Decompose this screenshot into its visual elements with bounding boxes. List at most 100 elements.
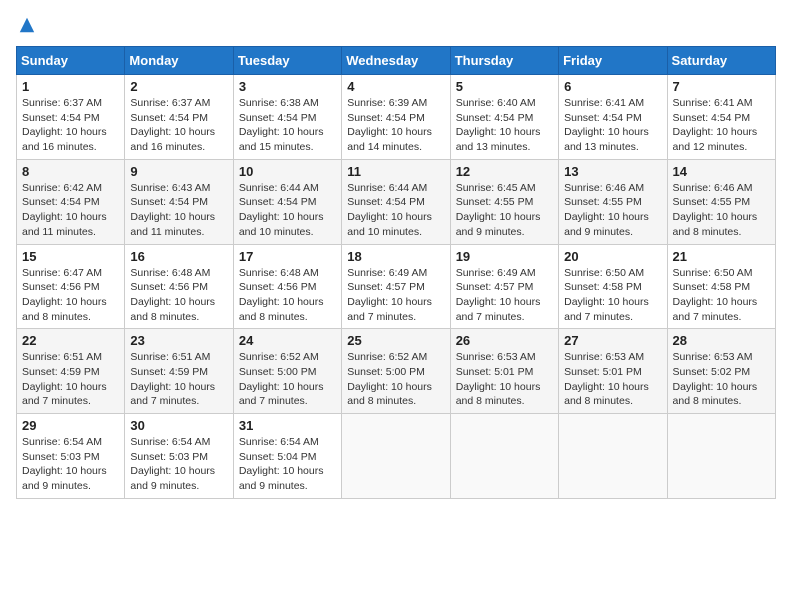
day-number: 2 bbox=[130, 79, 227, 94]
day-number: 8 bbox=[22, 164, 119, 179]
calendar-cell: 5 Sunrise: 6:40 AMSunset: 4:54 PMDaylight… bbox=[450, 75, 558, 160]
calendar-cell: 19Sunrise: 6:49 AMSunset: 4:57 PMDayligh… bbox=[450, 244, 558, 329]
day-number: 30 bbox=[130, 418, 227, 433]
day-detail: Sunrise: 6:50 AMSunset: 4:58 PMDaylight:… bbox=[673, 266, 770, 325]
day-number: 19 bbox=[456, 249, 553, 264]
calendar-cell: 23 Sunrise: 6:51 AMSunset: 4:59 PMDayligh… bbox=[125, 329, 233, 414]
day-number: 16 bbox=[130, 249, 227, 264]
day-number: 24 bbox=[239, 333, 336, 348]
day-detail: Sunrise: 6:46 AMSunset: 4:55 PMDaylight:… bbox=[564, 181, 661, 240]
day-number: 9 bbox=[130, 164, 227, 179]
day-number: 12 bbox=[456, 164, 553, 179]
calendar-cell bbox=[450, 414, 558, 499]
calendar-week-3: 15 Sunrise: 6:47 AMSunset: 4:56 PMDayligh… bbox=[17, 244, 776, 329]
day-number: 28 bbox=[673, 333, 770, 348]
calendar-cell: 26 Sunrise: 6:53 AMSunset: 5:01 PMDayligh… bbox=[450, 329, 558, 414]
day-number: 20 bbox=[564, 249, 661, 264]
day-number: 26 bbox=[456, 333, 553, 348]
calendar-cell: 28 Sunrise: 6:53 AMSunset: 5:02 PMDayligh… bbox=[667, 329, 775, 414]
logo-icon bbox=[18, 16, 36, 34]
day-number: 29 bbox=[22, 418, 119, 433]
day-number: 15 bbox=[22, 249, 119, 264]
calendar-cell: 25 Sunrise: 6:52 AMSunset: 5:00 PMDayligh… bbox=[342, 329, 450, 414]
day-number: 3 bbox=[239, 79, 336, 94]
calendar-cell: 22Sunrise: 6:51 AMSunset: 4:59 PMDayligh… bbox=[17, 329, 125, 414]
calendar-cell: 15 Sunrise: 6:47 AMSunset: 4:56 PMDayligh… bbox=[17, 244, 125, 329]
day-detail: Sunrise: 6:53 AMSunset: 5:01 PMDaylight:… bbox=[456, 350, 553, 409]
day-detail: Sunrise: 6:42 AMSunset: 4:54 PMDaylight:… bbox=[22, 181, 119, 240]
day-detail: Sunrise: 6:44 AMSunset: 4:54 PMDaylight:… bbox=[239, 181, 336, 240]
day-detail: Sunrise: 6:40 AMSunset: 4:54 PMDaylight:… bbox=[456, 96, 553, 155]
calendar-week-5: 29 Sunrise: 6:54 AMSunset: 5:03 PMDayligh… bbox=[17, 414, 776, 499]
day-number: 6 bbox=[564, 79, 661, 94]
day-detail: Sunrise: 6:46 AMSunset: 4:55 PMDaylight:… bbox=[673, 181, 770, 240]
calendar-header-row: SundayMondayTuesdayWednesdayThursdayFrid… bbox=[17, 47, 776, 75]
calendar-cell: 24Sunrise: 6:52 AMSunset: 5:00 PMDayligh… bbox=[233, 329, 341, 414]
calendar-cell: 13Sunrise: 6:46 AMSunset: 4:55 PMDayligh… bbox=[559, 159, 667, 244]
calendar-cell bbox=[342, 414, 450, 499]
calendar-cell: 30Sunrise: 6:54 AMSunset: 5:03 PMDayligh… bbox=[125, 414, 233, 499]
calendar-table: SundayMondayTuesdayWednesdayThursdayFrid… bbox=[16, 46, 776, 499]
day-number: 17 bbox=[239, 249, 336, 264]
page-header bbox=[16, 16, 776, 34]
calendar-cell: 27Sunrise: 6:53 AMSunset: 5:01 PMDayligh… bbox=[559, 329, 667, 414]
header-friday: Friday bbox=[559, 47, 667, 75]
day-number: 22 bbox=[22, 333, 119, 348]
day-detail: Sunrise: 6:51 AMSunset: 4:59 PMDaylight:… bbox=[130, 350, 227, 409]
day-number: 21 bbox=[673, 249, 770, 264]
calendar-cell: 6Sunrise: 6:41 AMSunset: 4:54 PMDaylight… bbox=[559, 75, 667, 160]
calendar-cell: 18 Sunrise: 6:49 AMSunset: 4:57 PMDayligh… bbox=[342, 244, 450, 329]
calendar-cell: 8 Sunrise: 6:42 AMSunset: 4:54 PMDaylight… bbox=[17, 159, 125, 244]
calendar-cell: 12 Sunrise: 6:45 AMSunset: 4:55 PMDayligh… bbox=[450, 159, 558, 244]
calendar-cell: 17 Sunrise: 6:48 AMSunset: 4:56 PMDayligh… bbox=[233, 244, 341, 329]
calendar-cell: 2 Sunrise: 6:37 AMSunset: 4:54 PMDaylight… bbox=[125, 75, 233, 160]
day-detail: Sunrise: 6:37 AMSunset: 4:54 PMDaylight:… bbox=[130, 96, 227, 155]
header-sunday: Sunday bbox=[17, 47, 125, 75]
day-detail: Sunrise: 6:54 AMSunset: 5:03 PMDaylight:… bbox=[22, 435, 119, 494]
calendar-cell: 1Sunrise: 6:37 AMSunset: 4:54 PMDaylight… bbox=[17, 75, 125, 160]
day-number: 4 bbox=[347, 79, 444, 94]
header-saturday: Saturday bbox=[667, 47, 775, 75]
calendar-week-2: 8 Sunrise: 6:42 AMSunset: 4:54 PMDaylight… bbox=[17, 159, 776, 244]
calendar-cell bbox=[559, 414, 667, 499]
calendar-cell: 20Sunrise: 6:50 AMSunset: 4:58 PMDayligh… bbox=[559, 244, 667, 329]
day-detail: Sunrise: 6:53 AMSunset: 5:02 PMDaylight:… bbox=[673, 350, 770, 409]
day-number: 5 bbox=[456, 79, 553, 94]
calendar-cell bbox=[667, 414, 775, 499]
calendar-cell: 14 Sunrise: 6:46 AMSunset: 4:55 PMDayligh… bbox=[667, 159, 775, 244]
calendar-cell: 9Sunrise: 6:43 AMSunset: 4:54 PMDaylight… bbox=[125, 159, 233, 244]
calendar-cell: 31 Sunrise: 6:54 AMSunset: 5:04 PMDayligh… bbox=[233, 414, 341, 499]
calendar-week-1: 1 Sunrise: 6:37 AMSunset: 4:54 PMDaylight… bbox=[17, 75, 776, 160]
day-detail: Sunrise: 6:38 AMSunset: 4:54 PMDaylight:… bbox=[239, 96, 336, 155]
day-detail: Sunrise: 6:52 AMSunset: 5:00 PMDaylight:… bbox=[347, 350, 444, 409]
calendar-cell: 4 Sunrise: 6:39 AMSunset: 4:54 PMDaylight… bbox=[342, 75, 450, 160]
header-thursday: Thursday bbox=[450, 47, 558, 75]
day-detail: Sunrise: 6:49 AMSunset: 4:57 PMDaylight:… bbox=[347, 266, 444, 325]
calendar-cell: 7 Sunrise: 6:41 AMSunset: 4:54 PMDaylight… bbox=[667, 75, 775, 160]
day-detail: Sunrise: 6:48 AMSunset: 4:56 PMDaylight:… bbox=[239, 266, 336, 325]
day-number: 7 bbox=[673, 79, 770, 94]
day-number: 1 bbox=[22, 79, 119, 94]
calendar-cell: 11 Sunrise: 6:44 AMSunset: 4:54 PMDayligh… bbox=[342, 159, 450, 244]
day-number: 31 bbox=[239, 418, 336, 433]
day-number: 23 bbox=[130, 333, 227, 348]
day-number: 14 bbox=[673, 164, 770, 179]
logo bbox=[16, 16, 36, 34]
day-detail: Sunrise: 6:39 AMSunset: 4:54 PMDaylight:… bbox=[347, 96, 444, 155]
calendar-cell: 21 Sunrise: 6:50 AMSunset: 4:58 PMDayligh… bbox=[667, 244, 775, 329]
calendar-cell: 16 Sunrise: 6:48 AMSunset: 4:56 PMDayligh… bbox=[125, 244, 233, 329]
day-detail: Sunrise: 6:47 AMSunset: 4:56 PMDaylight:… bbox=[22, 266, 119, 325]
day-number: 25 bbox=[347, 333, 444, 348]
day-number: 18 bbox=[347, 249, 444, 264]
header-monday: Monday bbox=[125, 47, 233, 75]
day-detail: Sunrise: 6:48 AMSunset: 4:56 PMDaylight:… bbox=[130, 266, 227, 325]
header-wednesday: Wednesday bbox=[342, 47, 450, 75]
day-detail: Sunrise: 6:44 AMSunset: 4:54 PMDaylight:… bbox=[347, 181, 444, 240]
calendar-cell: 10Sunrise: 6:44 AMSunset: 4:54 PMDayligh… bbox=[233, 159, 341, 244]
day-number: 27 bbox=[564, 333, 661, 348]
day-detail: Sunrise: 6:54 AMSunset: 5:04 PMDaylight:… bbox=[239, 435, 336, 494]
day-number: 11 bbox=[347, 164, 444, 179]
calendar-cell: 3 Sunrise: 6:38 AMSunset: 4:54 PMDaylight… bbox=[233, 75, 341, 160]
day-detail: Sunrise: 6:45 AMSunset: 4:55 PMDaylight:… bbox=[456, 181, 553, 240]
day-detail: Sunrise: 6:41 AMSunset: 4:54 PMDaylight:… bbox=[673, 96, 770, 155]
